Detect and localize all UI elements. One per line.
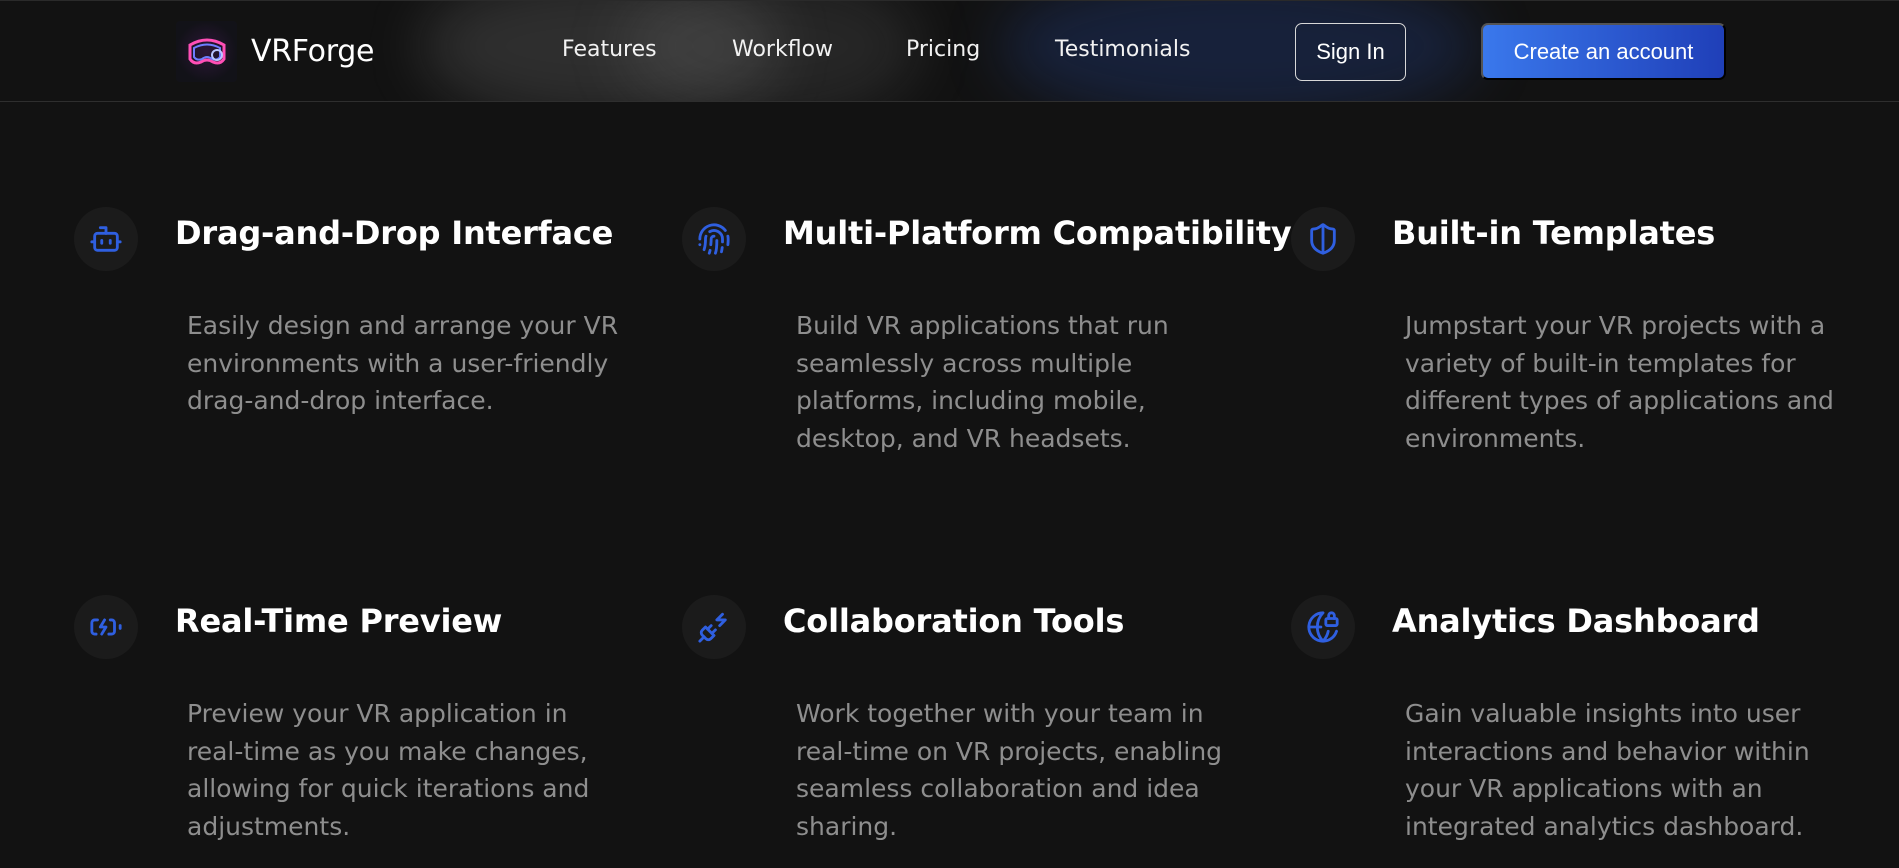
feature-title: Collaboration Tools bbox=[783, 602, 1125, 640]
nav-link-pricing[interactable]: Pricing bbox=[906, 37, 980, 62]
feature-title: Multi-Platform Compatibility bbox=[783, 214, 1292, 252]
vr-headset-icon bbox=[176, 21, 237, 82]
feature-description: Jumpstart your VR projects with a variet… bbox=[1405, 311, 1834, 453]
brand-name: VRForge bbox=[251, 34, 375, 69]
nav-link-testimonials[interactable]: Testimonials bbox=[1055, 37, 1190, 62]
battery-charging-icon bbox=[74, 595, 138, 659]
feature-title: Drag-and-Drop Interface bbox=[175, 214, 614, 252]
feature-title: Real-Time Preview bbox=[175, 602, 503, 640]
fingerprint-icon bbox=[682, 207, 746, 271]
brand-logo[interactable]: VRForge bbox=[176, 21, 374, 82]
feature-title: Analytics Dashboard bbox=[1392, 602, 1760, 640]
top-navbar: VRForge Features Workflow Pricing Testim… bbox=[0, 0, 1899, 102]
globe-lock-icon bbox=[1291, 595, 1355, 659]
create-account-button[interactable]: Create an account bbox=[1481, 23, 1726, 80]
nav-link-workflow[interactable]: Workflow bbox=[732, 37, 833, 62]
nav-link-features[interactable]: Features bbox=[562, 37, 657, 62]
feature-description: Easily design and arrange your VR enviro… bbox=[187, 311, 619, 415]
plug-zap-icon bbox=[682, 595, 746, 659]
shield-icon bbox=[1291, 207, 1355, 271]
sign-in-button[interactable]: Sign In bbox=[1295, 23, 1406, 81]
feature-description: Work together with your team in real-tim… bbox=[796, 699, 1223, 841]
robot-icon bbox=[74, 207, 138, 271]
feature-title: Built-in Templates bbox=[1392, 214, 1716, 252]
feature-description: Gain valuable insights into user interac… bbox=[1405, 699, 1810, 841]
feature-description: Preview your VR application in real-time… bbox=[187, 699, 590, 841]
feature-description: Build VR applications that run seamlessl… bbox=[796, 311, 1169, 453]
